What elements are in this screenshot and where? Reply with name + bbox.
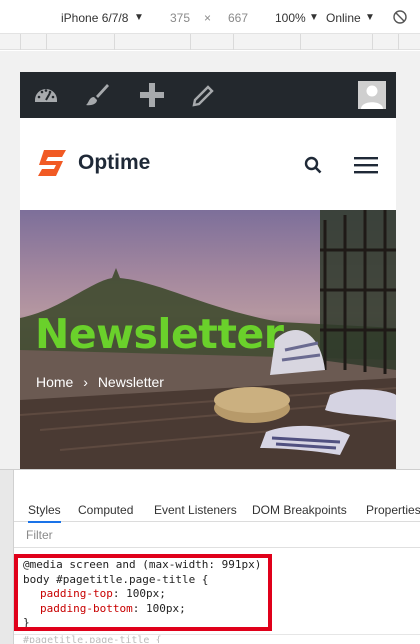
breadcrumb-home-link[interactable]: Home bbox=[36, 374, 73, 390]
device-select[interactable]: iPhone 6/7/8 bbox=[61, 11, 128, 25]
next-css-rule[interactable]: #pagetitle.page-title { bbox=[14, 634, 420, 643]
network-throttle-select[interactable]: Online bbox=[326, 11, 361, 25]
zoom-dropdown-caret-icon[interactable]: ▼ bbox=[309, 12, 319, 23]
breadcrumb-current: Newsletter bbox=[97, 374, 164, 390]
brand-name[interactable]: Optime bbox=[78, 151, 150, 175]
styles-panel-tabs: Styles Computed Event Listeners DOM Brea… bbox=[14, 498, 420, 523]
add-new-icon[interactable] bbox=[138, 81, 166, 109]
site-header: Optime bbox=[20, 118, 396, 210]
emulated-page: Optime Newsletter Home › Newsletter bbox=[20, 72, 396, 469]
page-title: Newsletter bbox=[35, 310, 284, 358]
hamburger-menu-icon[interactable] bbox=[354, 156, 378, 174]
tab-event-listeners[interactable]: Event Listeners bbox=[154, 503, 237, 517]
optime-logo-icon[interactable] bbox=[36, 148, 70, 178]
customize-brush-icon[interactable] bbox=[83, 81, 111, 109]
user-avatar[interactable] bbox=[358, 81, 386, 109]
search-icon[interactable] bbox=[304, 156, 322, 174]
media-query-bar[interactable] bbox=[0, 34, 420, 50]
edit-pencil-icon[interactable] bbox=[190, 81, 218, 109]
highlight-annotation-box bbox=[14, 554, 272, 631]
tab-properties[interactable]: Properties bbox=[366, 503, 420, 517]
tab-computed[interactable]: Computed bbox=[78, 503, 133, 517]
network-dropdown-caret-icon[interactable]: ▼ bbox=[365, 12, 375, 23]
breadcrumb-separator-icon: › bbox=[83, 374, 88, 390]
breadcrumb: Home › Newsletter bbox=[36, 374, 170, 390]
dimension-separator: × bbox=[204, 11, 212, 25]
dashboard-icon[interactable] bbox=[32, 81, 60, 109]
viewport-height-input[interactable]: 667 bbox=[228, 11, 248, 25]
tab-styles[interactable]: Styles bbox=[28, 503, 61, 523]
device-dropdown-caret-icon[interactable]: ▼ bbox=[134, 12, 144, 23]
viewport-width-input[interactable]: 375 bbox=[170, 11, 190, 25]
zoom-select[interactable]: 100% bbox=[275, 11, 306, 25]
elements-pane-edge[interactable] bbox=[0, 470, 14, 644]
styles-filter-input[interactable]: Filter bbox=[14, 522, 420, 548]
rotate-disabled-icon[interactable] bbox=[392, 9, 408, 25]
admin-bar bbox=[20, 72, 396, 118]
device-toolbar: iPhone 6/7/8 ▼ 375 × 667 100% ▼ Online ▼ bbox=[0, 0, 420, 34]
page-title-hero: Newsletter Home › Newsletter bbox=[20, 210, 396, 469]
tab-dom-breakpoints[interactable]: DOM Breakpoints bbox=[252, 503, 347, 517]
